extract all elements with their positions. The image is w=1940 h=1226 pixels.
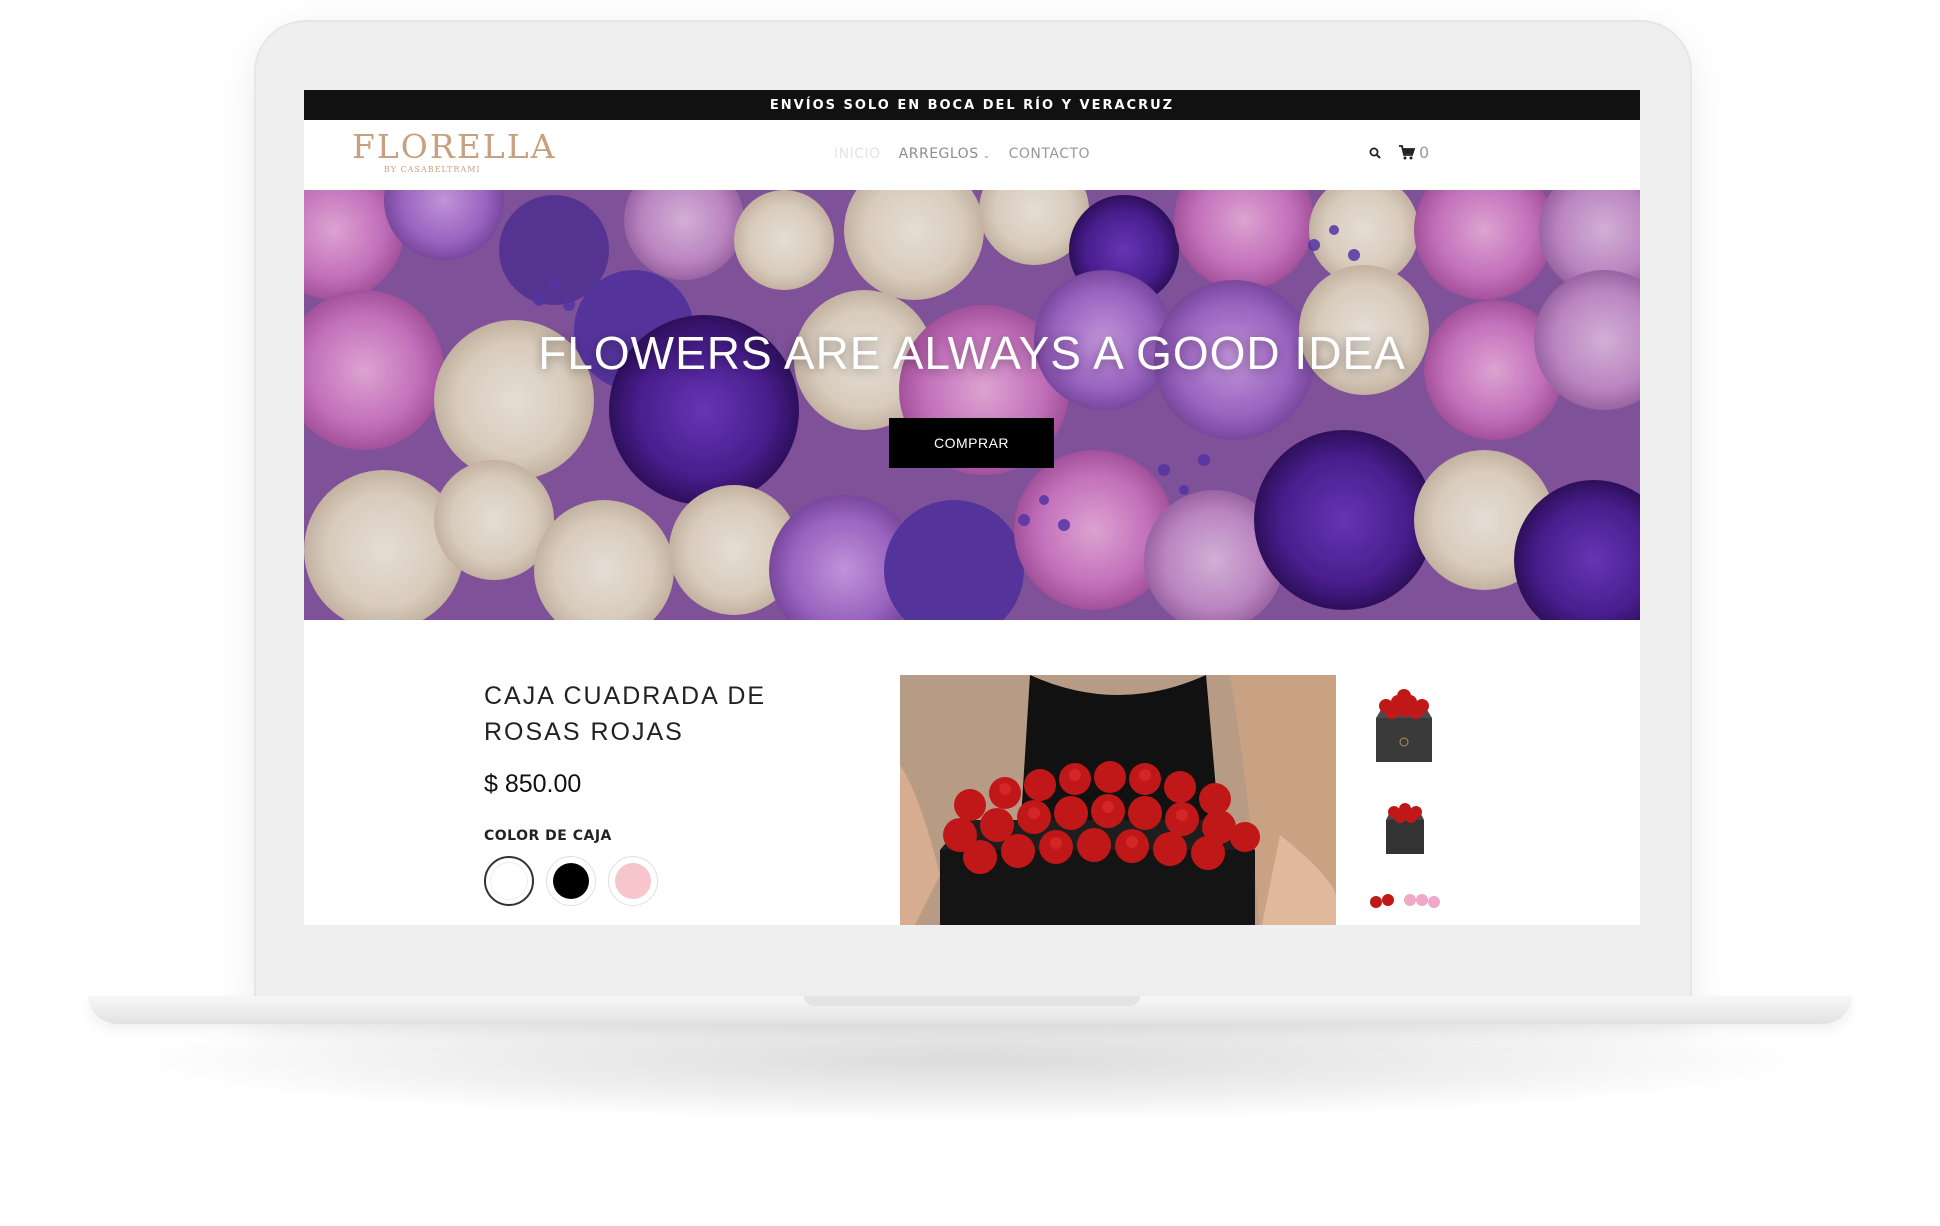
cart-button[interactable]: 0	[1399, 143, 1429, 162]
header-tools: 0	[1369, 143, 1429, 162]
box-color-label: COLOR DE CAJA	[484, 828, 612, 844]
announcement-bar: ENVÍOS SOLO EN BOCA DEL RÍO Y VERACRUZ	[304, 90, 1640, 120]
browser-screen: ENVÍOS SOLO EN BOCA DEL RÍO Y VERACRUZ F…	[304, 90, 1640, 925]
product-thumbnail-1[interactable]	[1364, 680, 1444, 770]
chevron-down-icon: ⌄	[982, 151, 991, 161]
nav-item-arreglos[interactable]: ARREGLOS ⌄	[899, 146, 991, 162]
swatch-black[interactable]	[546, 856, 596, 906]
site-header: FLORELLA BY CASABELTRAMI INICIO ARREGLOS…	[304, 120, 1640, 190]
logo-wordmark: FLORELLA	[352, 127, 557, 166]
search-icon[interactable]	[1369, 147, 1381, 159]
swatch-white[interactable]	[484, 856, 534, 906]
main-nav: INICIO ARREGLOS ⌄ CONTACTO	[834, 146, 1090, 162]
product-title: CAJA CUADRADA DE ROSAS ROJAS	[484, 682, 767, 746]
laptop-notch	[804, 996, 1140, 1006]
color-swatches	[484, 856, 658, 906]
hero-banner: FLOWERS ARE ALWAYS A GOOD IDEA COMPRAR	[304, 190, 1640, 620]
hero-title: FLOWERS ARE ALWAYS A GOOD IDEA	[538, 327, 1406, 379]
swatch-pink-dot	[615, 863, 651, 899]
shop-button[interactable]: COMPRAR	[889, 418, 1054, 468]
nav-item-contacto[interactable]: CONTACTO	[1009, 146, 1090, 162]
product-thumbnail-3[interactable]	[1364, 890, 1444, 925]
nav-item-inicio[interactable]: INICIO	[834, 146, 881, 162]
swatch-black-dot	[553, 863, 589, 899]
cart-icon	[1399, 145, 1415, 160]
site-logo[interactable]: FLORELLA BY CASABELTRAMI	[352, 130, 556, 174]
hero-flowers-image	[304, 190, 1640, 620]
product-thumbnail-2[interactable]	[1364, 790, 1444, 880]
swatch-white-dot	[490, 862, 528, 900]
cart-count: 0	[1419, 143, 1430, 162]
product-section: CAJA CUADRADA DE ROSAS ROJAS $ 850.00 CO…	[304, 620, 1640, 925]
product-price: $ 850.00	[484, 770, 582, 798]
logo-tagline: BY CASABELTRAMI	[384, 165, 481, 174]
product-main-image[interactable]	[900, 675, 1336, 925]
announcement-text: ENVÍOS SOLO EN BOCA DEL RÍO Y VERACRUZ	[769, 97, 1175, 113]
swatch-pink[interactable]	[608, 856, 658, 906]
nav-item-arreglos-label: ARREGLOS	[898, 146, 979, 162]
